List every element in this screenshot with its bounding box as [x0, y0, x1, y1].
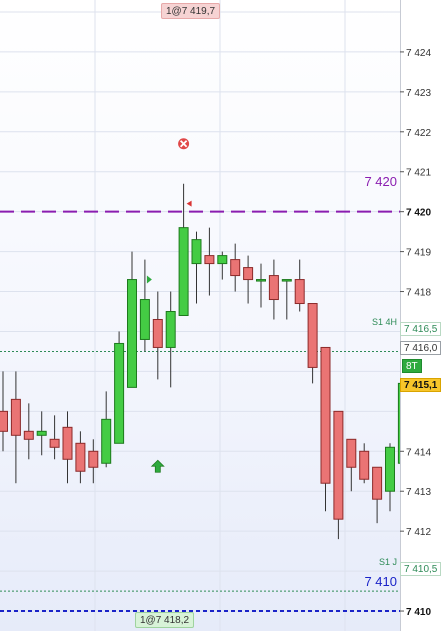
candle-body: [307, 303, 318, 368]
timeframe-badge[interactable]: 8T: [402, 359, 422, 373]
candle-body: [191, 239, 202, 265]
s1-j-price-tag: 7 410,5: [400, 562, 442, 576]
candle-body: [0, 410, 8, 432]
trading-chart[interactable]: 1@7 419,7 1@7 418,2 7 420 7 410 S1 4H S1…: [0, 0, 448, 631]
axis-tick-label: 7 420: [406, 208, 431, 219]
candle-body: [152, 318, 163, 348]
candle-body: [114, 342, 125, 444]
axis-tick-label: 7 422: [406, 128, 431, 139]
green-up-arrow-icon: [150, 459, 165, 473]
candle-body: [243, 267, 254, 281]
candle-body: [23, 430, 34, 440]
bid-price-tag: 7 415,1: [400, 378, 442, 392]
line-label-s1-4h: S1 4H: [371, 317, 397, 327]
order-label-top[interactable]: 1@7 419,7: [161, 3, 221, 19]
candle-body: [101, 418, 112, 464]
current-price-tag: 7 416,0: [400, 341, 442, 355]
axis-tick-label: 7 418: [406, 288, 431, 299]
axis-tick-label: 7 424: [406, 48, 431, 59]
candle-body: [204, 255, 215, 265]
candle-body: [127, 279, 137, 388]
axis-tick-label: 7 410: [406, 607, 431, 618]
axis-tick-label: 7 413: [406, 487, 431, 498]
candle-body: [49, 438, 60, 448]
candle-body: [165, 311, 176, 348]
candle-body: [385, 446, 395, 492]
candle-body: [178, 227, 189, 316]
s1-4h-price-tag: 7 416,5: [400, 322, 442, 336]
order-label-bottom[interactable]: 1@7 418,2: [135, 612, 195, 628]
candlestick-plot[interactable]: [0, 0, 400, 631]
candle-body: [320, 346, 331, 484]
plot-area[interactable]: 1@7 419,7 1@7 418,2 7 420 7 410 S1 4H S1…: [0, 0, 400, 631]
candle-body: [372, 466, 383, 500]
axis-tick-label: 7 412: [406, 527, 431, 538]
line-label-7410: 7 410: [364, 574, 397, 589]
candle-body: [346, 438, 357, 468]
candle-body: [333, 410, 344, 520]
candle-body: [36, 430, 47, 436]
candle-body: [268, 275, 279, 301]
candle-body: [62, 426, 73, 460]
line-label-7420: 7 420: [364, 174, 397, 189]
line-label-s1-j: S1 J: [378, 557, 397, 567]
axis-tick-label: 7 421: [406, 168, 431, 179]
axis-tick-label: 7 423: [406, 88, 431, 99]
green-triangle-icon: [146, 275, 152, 284]
candle-body: [294, 279, 305, 305]
axis-tick-label: 7 419: [406, 248, 431, 259]
price-axis[interactable]: 7 4247 4237 4227 4217 4207 4197 4187 417…: [400, 0, 448, 631]
candle-body: [256, 279, 266, 282]
red-flag-icon: [186, 200, 192, 207]
candle-body: [88, 450, 99, 468]
candle-body: [230, 259, 241, 277]
candle-body: [10, 398, 21, 436]
candle-body: [75, 442, 86, 472]
price-axis-svg: 7 4247 4237 4227 4217 4207 4197 4187 417…: [400, 0, 431, 631]
candle-body: [139, 299, 150, 340]
red-x-icon: [178, 138, 190, 150]
axis-tick-label: 7 414: [406, 447, 431, 458]
candle-body: [281, 279, 292, 282]
candle-body: [217, 255, 228, 265]
candle-body: [359, 450, 370, 480]
